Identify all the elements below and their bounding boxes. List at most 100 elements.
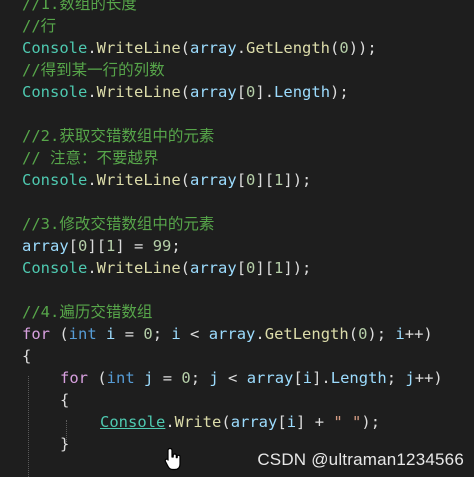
code-token-punct: ( xyxy=(180,39,191,57)
code-token-punct: ] = xyxy=(115,237,153,255)
code-token-punct: ]. xyxy=(255,83,275,101)
code-line[interactable]: // 注意：不要越界 xyxy=(22,147,159,169)
code-line[interactable]: { xyxy=(60,389,69,411)
code-line[interactable]: for (int j = 0; j < array[i].Length; j++… xyxy=(60,367,443,389)
code-token-punct: = xyxy=(153,369,182,387)
code-token-method: WriteLine xyxy=(96,39,181,57)
code-token-punct: ][ xyxy=(255,171,275,189)
code-token-punct: [ xyxy=(277,413,287,431)
code-token-punct: { xyxy=(22,347,32,365)
code-line[interactable]: array[0][1] = 99; xyxy=(22,235,181,257)
code-token-punct: ; xyxy=(386,369,406,387)
code-token-keyword: int xyxy=(68,325,97,343)
code-token-number: 1 xyxy=(274,259,284,277)
code-token-comment: //3.修改交错数组中的元素 xyxy=(22,215,215,233)
code-token-var: j xyxy=(144,369,154,387)
code-line[interactable]: Console.WriteLine(array.GetLength(0)); xyxy=(22,37,377,59)
code-token-punct: ; xyxy=(190,369,210,387)
code-token-punct: [ xyxy=(293,369,303,387)
code-token-punct: . xyxy=(165,413,175,431)
code-token-punct: ; xyxy=(152,325,172,343)
code-token-comment: // 注意：不要越界 xyxy=(22,149,159,167)
code-token-comment: //4.遍历交错数组 xyxy=(22,303,153,321)
code-token-control: for xyxy=(60,369,88,387)
code-token-comment: //得到某一行的列数 xyxy=(22,61,165,79)
code-token-control: for xyxy=(22,325,50,343)
code-token-var: j xyxy=(405,369,415,387)
code-token-punct xyxy=(135,369,144,387)
code-token-var: i xyxy=(302,369,313,387)
code-token-var: i xyxy=(286,413,297,431)
code-token-punct: ]. xyxy=(312,369,331,387)
code-token-number: 0 xyxy=(246,171,256,189)
code-token-punct: [ xyxy=(68,237,79,255)
code-token-punct: ; xyxy=(171,237,181,255)
code-token-punct: ( xyxy=(180,171,191,189)
code-token-punct: ][ xyxy=(255,259,275,277)
code-line[interactable]: //得到某一行的列数 xyxy=(22,59,165,81)
code-token-punct: ( xyxy=(180,83,191,101)
code-token-method: WriteLine xyxy=(96,259,181,277)
code-token-punct: ( xyxy=(330,39,340,57)
watermark: CSDN @ultraman1234566 xyxy=(257,450,464,469)
code-token-var: array xyxy=(208,325,256,343)
code-token-var: i xyxy=(106,325,116,343)
code-token-class: Console xyxy=(22,83,88,101)
code-line[interactable]: //3.修改交错数组中的元素 xyxy=(22,213,214,235)
code-token-var: array xyxy=(190,83,237,101)
code-line[interactable]: { xyxy=(22,345,31,367)
code-line[interactable]: //1.数组的长度 xyxy=(22,0,137,15)
code-token-method: GetLength xyxy=(246,39,331,57)
code-line[interactable]: Console.WriteLine(array[0][1]); xyxy=(22,169,311,191)
code-token-punct: . xyxy=(236,39,247,57)
code-token-comment: //2.获取交错数组中的元素 xyxy=(22,127,215,145)
code-token-method: WriteLine xyxy=(96,83,181,101)
code-token-punct: ( xyxy=(88,369,107,387)
code-token-number: 0 xyxy=(181,369,191,387)
code-token-var: i xyxy=(395,325,405,343)
code-token-punct: ] + xyxy=(296,413,334,431)
code-token-method: GetLength xyxy=(264,325,349,343)
code-token-var: array xyxy=(190,259,237,277)
code-token-punct: [ xyxy=(236,259,247,277)
code-token-number: 99 xyxy=(152,237,172,255)
indent-guide-inner xyxy=(66,420,67,444)
code-token-punct: < xyxy=(218,369,247,387)
code-line[interactable]: } xyxy=(60,433,69,455)
code-token-punct: [ xyxy=(236,83,247,101)
code-token-punct: ); xyxy=(330,83,349,101)
code-token-punct: ]); xyxy=(283,259,312,277)
code-token-punct: ( xyxy=(180,259,191,277)
code-token-punct: . xyxy=(87,259,97,277)
code-token-punct: . xyxy=(87,83,97,101)
code-token-var: i xyxy=(171,325,181,343)
code-token-class: Console xyxy=(100,413,166,431)
hand-pointer-icon xyxy=(164,447,181,471)
code-token-method: WriteLine xyxy=(96,171,181,189)
code-token-punct: ); xyxy=(367,325,396,343)
code-token-punct: . xyxy=(87,171,97,189)
code-line[interactable]: Console.Write(array[i] + " "); xyxy=(100,411,380,433)
code-line[interactable]: //4.遍历交错数组 xyxy=(22,301,152,323)
code-editor[interactable]: //1.数组的长度//行 Console.WriteLine(array.GetL… xyxy=(0,0,474,477)
code-token-punct: ( xyxy=(348,325,359,343)
code-token-punct: ++) xyxy=(404,325,433,343)
code-token-punct: ( xyxy=(50,325,69,343)
code-token-number: 0 xyxy=(246,83,256,101)
code-line[interactable]: Console.WriteLine(array[0].Length); xyxy=(22,81,349,103)
code-token-punct: { xyxy=(60,391,70,409)
code-token-punct: < xyxy=(180,325,209,343)
code-token-punct: )); xyxy=(348,39,377,57)
code-line[interactable]: //行 xyxy=(22,15,56,37)
code-token-number: 1 xyxy=(106,237,116,255)
code-token-method: Write xyxy=(174,413,222,431)
indent-guide-outer xyxy=(28,376,29,477)
code-token-punct: . xyxy=(255,325,265,343)
code-line[interactable]: for (int i = 0; i < array.GetLength(0); … xyxy=(22,323,433,345)
code-token-var: array xyxy=(190,171,237,189)
code-token-punct: ); xyxy=(361,413,381,431)
code-line[interactable]: Console.WriteLine(array[0][1]); xyxy=(22,257,311,279)
code-token-number: 0 xyxy=(246,259,256,277)
code-token-class: Console xyxy=(22,171,88,189)
code-line[interactable]: //2.获取交错数组中的元素 xyxy=(22,125,214,147)
